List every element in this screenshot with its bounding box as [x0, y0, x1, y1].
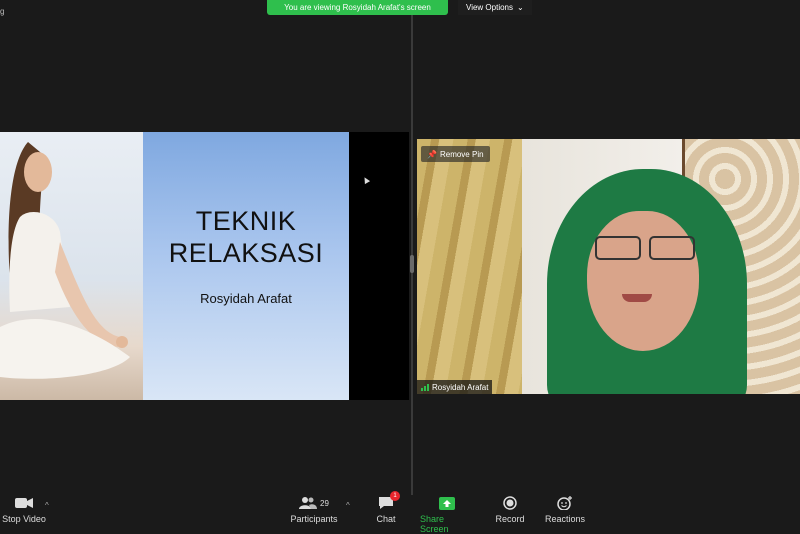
slide-author: Rosyidah Arafat — [200, 291, 292, 306]
participants-icon: 29 — [299, 495, 329, 511]
chat-label: Chat — [376, 514, 396, 524]
chat-unread-badge: 1 — [390, 491, 400, 501]
participant-name: Rosyidah Arafat — [432, 382, 489, 392]
remove-pin-label: Remove Pin — [439, 149, 484, 159]
chevron-down-icon: ⌄ — [517, 3, 524, 12]
participants-count: 29 — [320, 498, 329, 508]
split-view-drag-handle[interactable] — [410, 255, 414, 273]
record-button[interactable]: Record — [494, 495, 526, 524]
slide-title-line-1: TEKNIK — [195, 206, 297, 236]
reactions-button[interactable]: Reactions — [545, 495, 585, 524]
meditation-figure-image — [0, 142, 130, 379]
video-camera-icon — [15, 495, 33, 511]
viewing-screen-banner: You are viewing Rosyidah Arafat's screen — [267, 0, 448, 15]
slide-title-panel: TEKNIK RELAKSASI Rosyidah Arafat — [143, 132, 349, 400]
slide-title-line-2: RELAKSASI — [168, 238, 324, 268]
background-curtain-left — [417, 139, 522, 394]
stop-video-button[interactable]: Stop Video — [2, 495, 46, 524]
participant-glasses — [595, 236, 695, 260]
participant-mouth — [622, 294, 652, 302]
share-screen-button[interactable]: Share Screen — [420, 495, 474, 534]
participant-name-tag: Rosyidah Arafat — [417, 380, 493, 394]
participants-options-chevron-icon[interactable]: ^ — [346, 501, 350, 510]
view-options-button[interactable]: View Options ⌄ — [458, 0, 532, 15]
reactions-label: Reactions — [544, 514, 586, 524]
view-options-label: View Options — [466, 3, 513, 12]
participants-button[interactable]: 29 Participants — [290, 495, 338, 524]
share-screen-label: Share Screen — [420, 514, 449, 534]
stop-video-label: Stop Video — [2, 514, 46, 524]
remove-pin-button[interactable]: 📌 Remove Pin — [421, 146, 490, 162]
shared-screen-slide: TEKNIK RELAKSASI Rosyidah Arafat — [0, 132, 409, 400]
signal-strength-icon — [421, 383, 429, 391]
participants-label: Participants — [290, 514, 338, 524]
record-label: Record — [495, 514, 525, 524]
pin-icon: 📌 — [427, 149, 437, 159]
record-icon — [503, 495, 517, 511]
participant-video[interactable] — [417, 139, 800, 394]
window-title-fragment: g — [0, 7, 5, 16]
chat-icon: 1 — [378, 491, 400, 511]
slide-meditation-photo — [0, 132, 143, 400]
slide-title: TEKNIK RELAKSASI — [169, 205, 324, 269]
meeting-toolbar: Stop Video ^ 29 Participants ^ 1 Chat Sh… — [0, 491, 800, 534]
participant-face — [587, 211, 699, 351]
share-screen-icon — [439, 495, 455, 511]
chat-button[interactable]: 1 Chat — [372, 491, 400, 524]
reactions-smiley-icon — [557, 495, 573, 511]
video-options-chevron-icon[interactable]: ^ — [45, 501, 49, 510]
